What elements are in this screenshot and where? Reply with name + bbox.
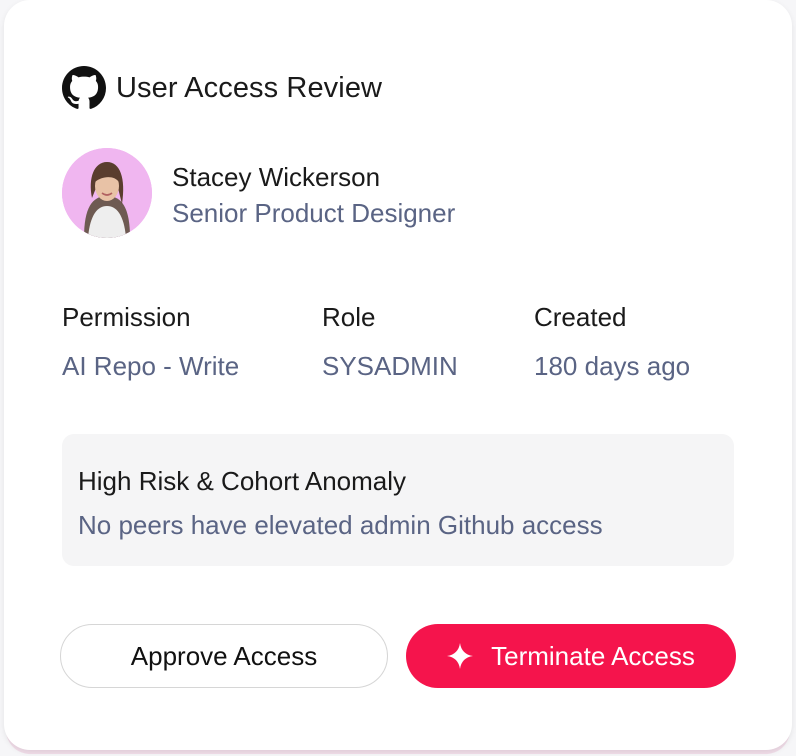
role-label: Role	[322, 302, 376, 332]
user-name: Stacey Wickerson	[172, 162, 381, 192]
user-job-title: Senior Product Designer	[172, 198, 456, 228]
github-icon	[62, 66, 106, 110]
alert-description: No peers have elevated admin Github acce…	[78, 510, 603, 540]
avatar	[62, 148, 152, 238]
terminate-access-label: Terminate Access	[491, 640, 695, 671]
role-field: Role SYSADMIN	[322, 302, 458, 382]
card-header: User Access Review	[62, 66, 382, 110]
approve-access-label: Approve Access	[130, 640, 318, 671]
created-label: Created	[534, 302, 627, 332]
approve-access-button[interactable]: Approve Access	[60, 624, 388, 688]
terminate-access-button[interactable]: Terminate Access	[406, 624, 736, 688]
created-value: 180 days ago	[534, 351, 691, 381]
access-review-card: User Access Review Stacey Wickerson Seni…	[4, 0, 792, 750]
alert-title: High Risk & Cohort Anomaly	[78, 466, 407, 496]
permission-value: AI Repo - Write	[62, 351, 240, 381]
created-field: Created 180 days ago	[534, 302, 690, 382]
risk-alert: High Risk & Cohort Anomaly No peers have…	[62, 434, 734, 566]
card-title: User Access Review	[116, 71, 383, 104]
role-value: SYSADMIN	[322, 351, 458, 381]
permission-field: Permission AI Repo - Write	[62, 302, 239, 382]
sparkle-icon	[447, 643, 474, 669]
permission-label: Permission	[62, 302, 191, 332]
